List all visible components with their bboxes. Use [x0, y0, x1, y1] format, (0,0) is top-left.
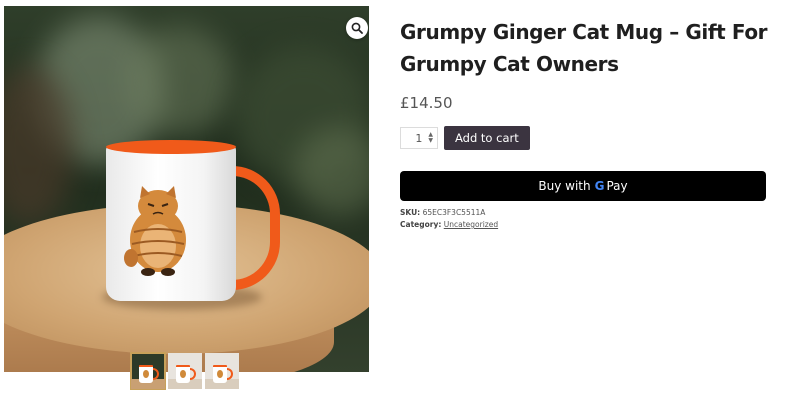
product-meta: SKU: 65EC3F3C5511A Category: Uncategoriz…	[400, 207, 770, 231]
product-title: Grumpy Ginger Cat Mug – Gift For Grumpy …	[400, 20, 768, 76]
spinner-arrows[interactable]: ▲ ▼	[428, 132, 433, 144]
gpay-label: Pay	[606, 179, 628, 193]
thumb-cat	[143, 370, 149, 378]
thumbnail-3[interactable]	[205, 353, 239, 389]
thumbnail-2[interactable]	[168, 353, 202, 389]
product-main-image[interactable]	[4, 6, 369, 372]
zoom-button[interactable]	[346, 17, 368, 39]
background-bokeh	[124, 26, 234, 136]
sku-value: 65EC3F3C5511A	[422, 208, 486, 217]
product-price: £14.50	[400, 94, 453, 112]
sku-label: SKU:	[400, 208, 421, 217]
quantity-stepper[interactable]: 1 ▲ ▼	[400, 127, 438, 149]
thumb-cat	[217, 370, 223, 378]
product-summary: Grumpy Ginger Cat Mug – Gift For Grumpy …	[400, 16, 770, 231]
thumbnail-1[interactable]	[130, 352, 166, 390]
magnifier-icon	[351, 22, 363, 34]
gpay-prefix: Buy with	[538, 179, 591, 193]
sku-row: SKU: 65EC3F3C5511A	[400, 207, 770, 219]
ginger-cat-illustration	[124, 186, 186, 276]
thumbnail-strip	[130, 352, 239, 390]
google-pay-button[interactable]: Buy with G Pay	[400, 171, 766, 201]
background-bokeh	[294, 126, 369, 216]
mug-rim	[106, 140, 236, 154]
add-to-cart-form: 1 ▲ ▼ Add to cart	[400, 126, 770, 150]
google-g-icon: G	[594, 179, 605, 193]
add-to-cart-button[interactable]: Add to cart	[444, 126, 530, 150]
category-row: Category: Uncategorized	[400, 219, 770, 231]
chevron-down-icon[interactable]: ▼	[428, 138, 433, 144]
thumb-cat	[180, 370, 186, 378]
category-link[interactable]: Uncategorized	[444, 220, 498, 229]
category-label: Category:	[400, 220, 442, 229]
quantity-value: 1	[415, 131, 423, 145]
